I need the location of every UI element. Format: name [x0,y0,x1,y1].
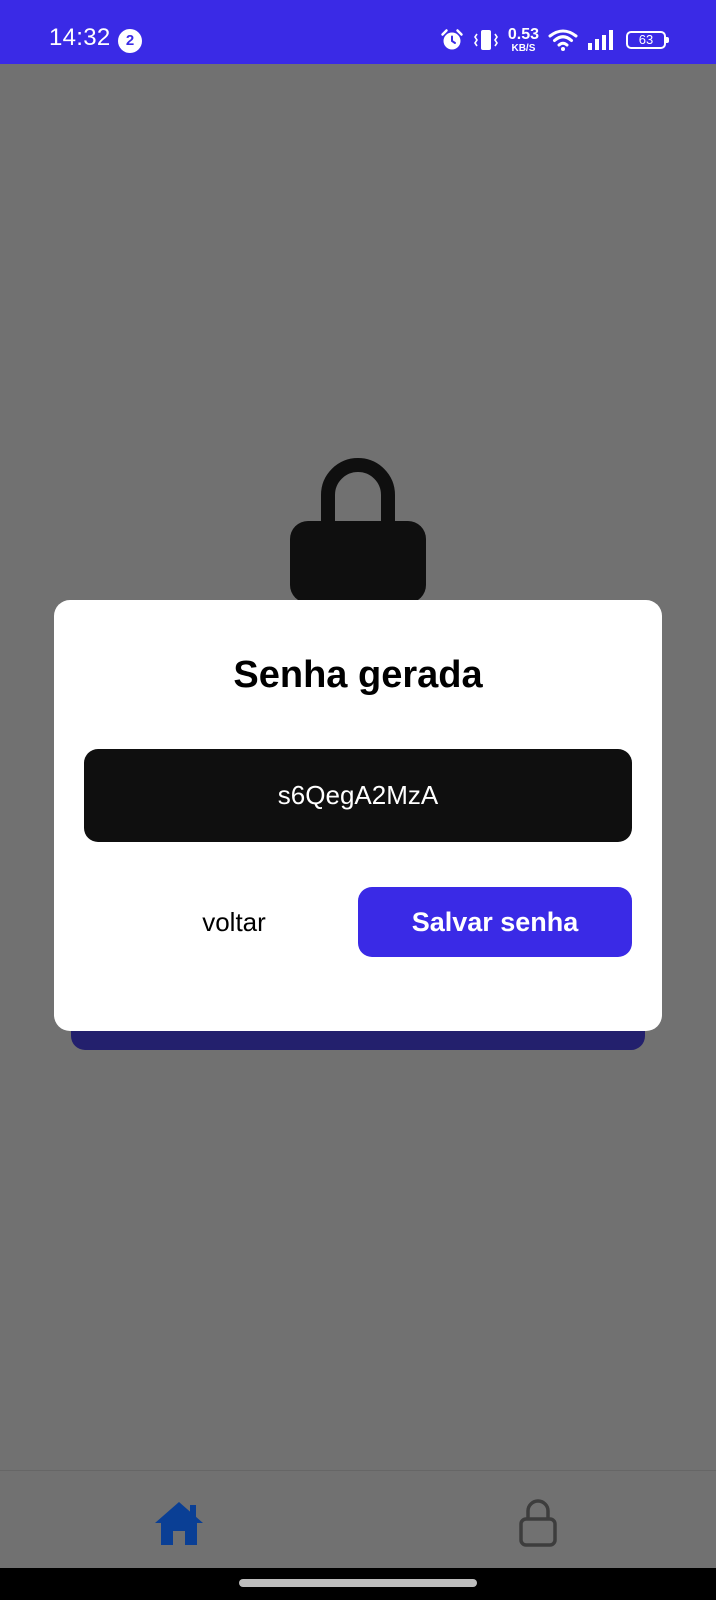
wifi-icon [548,29,578,51]
status-time: 14:32 [49,24,111,51]
gesture-navigation-bar [0,1568,716,1600]
network-speed: 0.53 KB/S [507,25,539,54]
network-speed-value: 0.53 [507,25,539,43]
signal-icon [588,30,613,50]
status-icons: 0.53 KB/S 63 [440,24,669,56]
dialog-title: Senha gerada [233,654,483,696]
gesture-handle[interactable] [239,1579,477,1587]
lock-icon [290,458,426,603]
generated-password-field[interactable]: s6QegA2MzA [84,749,632,842]
save-password-button[interactable]: Salvar senha [358,887,632,957]
battery-icon: 63 [626,31,669,49]
generated-password-dialog: Senha gerada s6QegA2MzA voltar Salvar se… [54,600,662,1031]
home-icon[interactable] [152,1499,206,1547]
passwords-lock-icon[interactable] [518,1497,558,1547]
bottom-navigation [0,1470,716,1569]
back-button[interactable]: voltar [134,889,334,955]
alarm-icon [441,29,463,50]
status-bar: 14:32 2 0.53 KB/S 63 [0,0,716,64]
vibrate-icon [473,30,498,50]
notification-count-badge: 2 [118,29,142,53]
app-screen: 14:32 2 0.53 KB/S 63 Senha gerada s6QegA… [0,0,716,1600]
network-speed-unit: KB/S [511,42,536,54]
